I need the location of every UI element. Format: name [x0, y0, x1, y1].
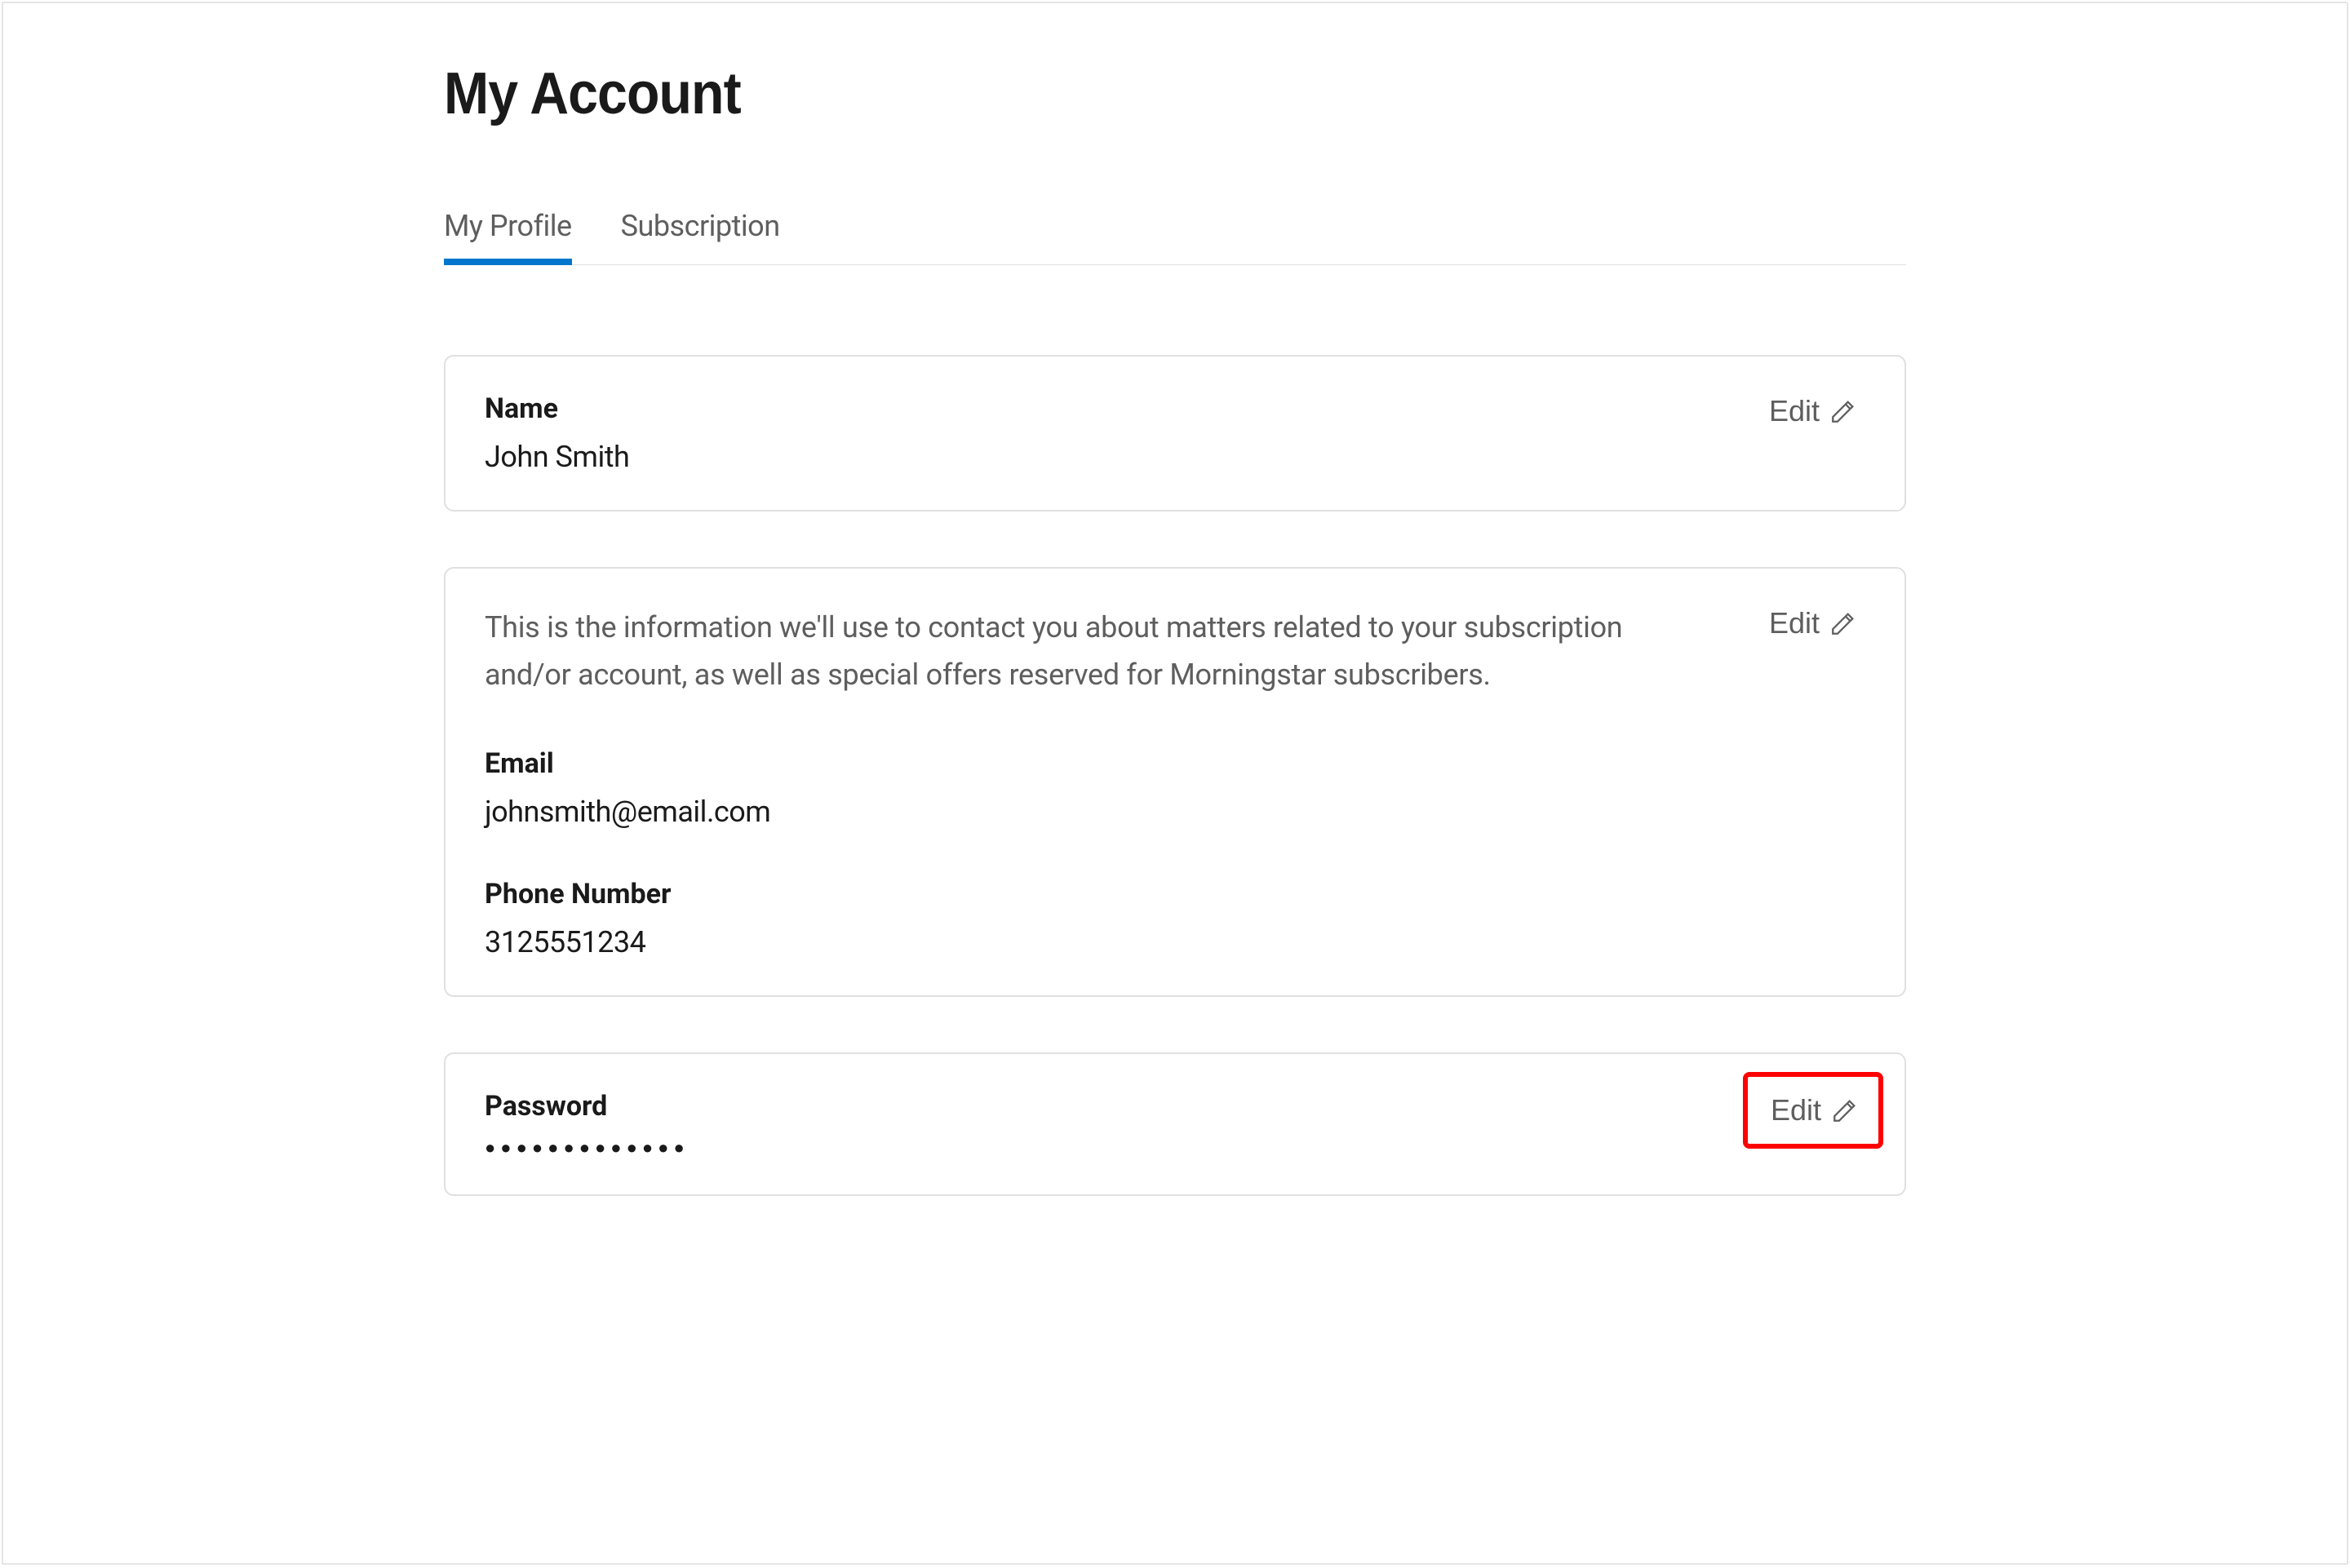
edit-password-label: Edit — [1771, 1093, 1821, 1127]
page-frame: My Account My Profile Subscription Name … — [2, 2, 2348, 1565]
edit-name-button[interactable]: Edit — [1761, 389, 1865, 433]
email-field: Email johnsmith@email.com — [485, 747, 1865, 829]
edit-contact-label: Edit — [1769, 606, 1820, 640]
contact-card: This is the information we'll use to con… — [444, 567, 1906, 997]
edit-password-button[interactable]: Edit — [1743, 1072, 1883, 1149]
email-value: johnsmith@email.com — [485, 795, 1865, 829]
password-field: Password ●●●●●●●●●●●●● — [485, 1090, 1865, 1158]
name-field: Name John Smith — [485, 392, 1865, 474]
page-title: My Account — [444, 60, 1789, 127]
password-label: Password — [485, 1090, 1865, 1123]
pencil-icon — [1829, 609, 1857, 637]
pencil-icon — [1831, 1096, 1859, 1124]
tab-my-profile[interactable]: My Profile — [444, 209, 572, 264]
edit-contact-button[interactable]: Edit — [1761, 601, 1865, 645]
phone-field: Phone Number 3125551234 — [485, 878, 1865, 959]
email-label: Email — [485, 747, 1865, 780]
edit-name-label: Edit — [1769, 394, 1820, 428]
pencil-icon — [1829, 397, 1857, 425]
name-card: Name John Smith Edit — [444, 355, 1906, 512]
name-label: Name — [485, 392, 1865, 425]
tabs: My Profile Subscription — [444, 209, 1906, 265]
tab-subscription[interactable]: Subscription — [621, 209, 780, 264]
contact-description: This is the information we'll use to con… — [485, 605, 1658, 698]
phone-label: Phone Number — [485, 878, 1865, 910]
password-masked-value: ●●●●●●●●●●●●● — [485, 1137, 1865, 1158]
password-card: Password ●●●●●●●●●●●●● Edit — [444, 1052, 1906, 1196]
phone-value: 3125551234 — [485, 925, 1865, 959]
name-value: John Smith — [485, 440, 1865, 474]
